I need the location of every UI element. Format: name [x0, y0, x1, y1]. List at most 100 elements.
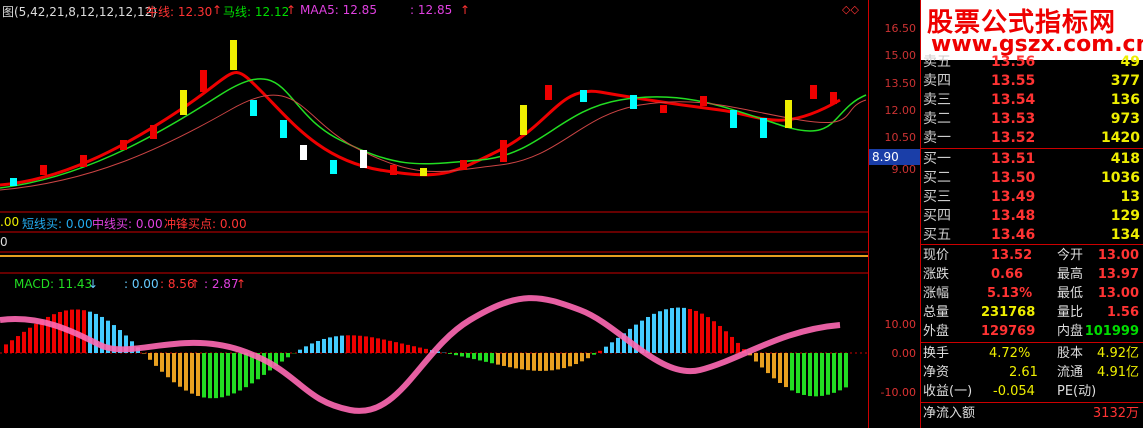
price-axis: 16.50 15.00 13.50 12.00 10.50 9.00 8.90 … — [868, 0, 921, 428]
macd-bar — [88, 311, 92, 353]
ask-row[interactable]: 卖四 13.55 377 — [921, 72, 1143, 91]
candle — [120, 140, 127, 150]
macd-bar — [340, 335, 344, 353]
pct-value: 5.13% — [987, 286, 1033, 301]
macd-bar — [814, 353, 818, 397]
out-value: 129769 — [981, 324, 1036, 339]
macd-bar — [316, 340, 320, 353]
macd-bar — [244, 353, 248, 388]
macd-bar — [820, 353, 824, 396]
macd-bar — [376, 338, 380, 353]
macd-bar — [220, 353, 224, 398]
axis-tick: 16.50 — [884, 22, 917, 35]
macd-bar — [28, 327, 32, 353]
ask-label: 卖五 — [923, 54, 951, 70]
macd-axis-tick: 0.00 — [891, 347, 917, 360]
axis-tick: 12.00 — [884, 104, 917, 117]
vol-value: 231768 — [981, 305, 1036, 320]
macd-bar — [406, 344, 410, 353]
macd-bar — [496, 353, 500, 365]
axis-tick: 10.50 — [884, 131, 917, 144]
macd-bar — [346, 335, 350, 353]
candle — [700, 96, 707, 106]
price-chart[interactable] — [0, 0, 868, 428]
bid-row[interactable]: 买二 13.50 1036 — [921, 169, 1143, 188]
macd-bar — [370, 337, 374, 353]
ratio-value: 1.56 — [1106, 305, 1139, 320]
macd-bar — [388, 340, 392, 353]
turn-value: 4.72% — [989, 346, 1031, 361]
macd-bar — [556, 353, 560, 370]
pct-label: 涨幅 — [923, 286, 950, 301]
macd-wave — [0, 295, 841, 414]
candle — [180, 90, 187, 115]
brand-watermark: 股票公式指标网 www.gszx.com.cn — [921, 0, 1143, 60]
macd-bar — [148, 353, 152, 360]
ask-label: 卖一 — [923, 130, 951, 146]
extra-value: : 12.85 — [410, 3, 453, 17]
up-arrow-icon-3: ↑ — [460, 3, 471, 17]
macd-bar — [190, 353, 194, 394]
macd-bar — [646, 316, 650, 353]
macd-bar — [568, 353, 572, 367]
macd-bar — [94, 313, 98, 353]
macd-bar — [652, 313, 656, 353]
macd-bar — [412, 346, 416, 353]
bid-row[interactable]: 买一 13.51 418 — [921, 150, 1143, 169]
bid-volume: 13 — [1120, 189, 1140, 205]
macd-bar — [706, 317, 710, 353]
candle — [200, 70, 207, 92]
macd-bar — [658, 311, 662, 353]
macd-bar — [688, 308, 692, 353]
chg-label: 涨跌 — [923, 267, 950, 282]
ask-price: 13.56 — [991, 54, 1036, 70]
in-label: 内盘 — [1057, 324, 1084, 339]
bid-label: 买五 — [923, 227, 951, 243]
chong-buy-value: 冲锋买点: 0.00 — [164, 217, 247, 231]
candle — [500, 140, 507, 162]
macd-axis-tick: 10.00 — [884, 318, 917, 331]
candle — [545, 85, 552, 100]
macd-bar — [808, 353, 812, 397]
macd-bar — [418, 347, 422, 353]
up-arrow-icon: ↑ — [212, 3, 223, 17]
macd-bar — [22, 331, 26, 353]
candle — [150, 125, 157, 139]
bid-row[interactable]: 买四 13.48 129 — [921, 207, 1143, 226]
chart-area[interactable]: 图(5,42,21,8,12,12,12,12) 牛线: 12.30 ↑ 马线:… — [0, 0, 868, 428]
bid-row[interactable]: 买三 13.49 13 — [921, 188, 1143, 207]
macd-v3: : 2.87 — [204, 277, 239, 291]
macd-bar — [304, 346, 308, 353]
candle — [250, 100, 257, 116]
ask-row[interactable]: 卖三 13.54 136 — [921, 91, 1143, 110]
macd-bar — [502, 353, 506, 366]
candle — [630, 95, 637, 109]
candle — [300, 145, 307, 160]
macd-bar — [508, 353, 512, 368]
float-value: 4.91亿 — [1097, 365, 1139, 380]
macd-bar — [736, 342, 740, 353]
macd-bar — [586, 353, 590, 359]
bid-price: 13.49 — [991, 189, 1036, 205]
now-label: 现价 — [923, 248, 950, 263]
macd-bar — [592, 353, 596, 355]
nav-value: 2.61 — [1009, 365, 1038, 380]
bid-row[interactable]: 买五 13.46 134 — [921, 226, 1143, 245]
candle — [40, 165, 47, 175]
macd-bar — [526, 353, 530, 371]
short-buy-value: 短线买: 0.00 — [22, 217, 93, 231]
macd-bar — [580, 353, 584, 362]
candle — [660, 105, 667, 113]
ask-row[interactable]: 卖二 13.53 973 — [921, 110, 1143, 129]
ask-row[interactable]: 卖一 13.52 1420 — [921, 129, 1143, 148]
low-value: 13.00 — [1097, 286, 1139, 301]
ask-row[interactable]: 卖五 13.56 49 — [921, 53, 1143, 72]
cap-label: 股本 — [1057, 346, 1084, 361]
candle — [10, 178, 17, 186]
turn-label: 换手 — [923, 346, 950, 361]
candle — [460, 160, 467, 170]
macd-bar — [544, 353, 548, 371]
macd-bar — [844, 353, 848, 388]
inflow-value: 3132万 — [1092, 406, 1139, 421]
panel-options-icon[interactable]: ◇◇ — [842, 3, 859, 16]
